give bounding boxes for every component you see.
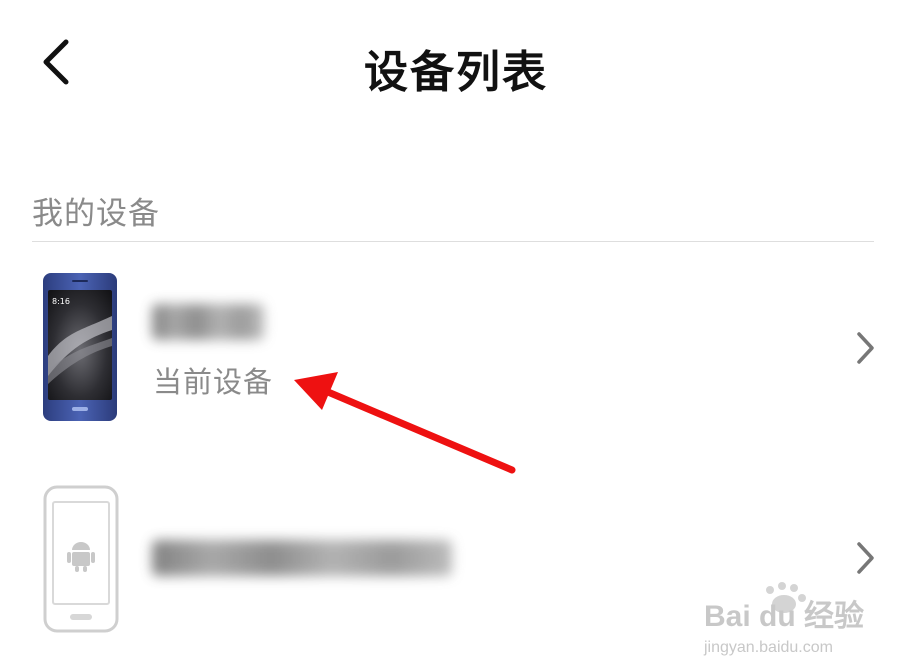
chevron-right-icon [857, 542, 874, 574]
svg-text:8:16: 8:16 [52, 297, 70, 306]
device-row-current[interactable]: 8:16 当前设备 [0, 262, 912, 432]
watermark: Bai du 经验 jingyan.baidu.com [700, 580, 870, 660]
device-name [152, 540, 452, 576]
chevron-right-icon [857, 332, 874, 364]
header-bar: 设备列表 [0, 0, 912, 130]
page-title: 设备列表 [364, 47, 548, 98]
android-phone-icon [43, 485, 119, 633]
device-status: 当前设备 [153, 365, 274, 399]
watermark-url: jingyan.baidu.com [703, 639, 833, 656]
section-label: 我的设备 [32, 196, 160, 232]
device-name [152, 304, 264, 340]
phone-thumbnail: 8:16 [43, 273, 117, 421]
divider [32, 241, 874, 242]
watermark-brand: Bai du 经验 [704, 599, 864, 633]
